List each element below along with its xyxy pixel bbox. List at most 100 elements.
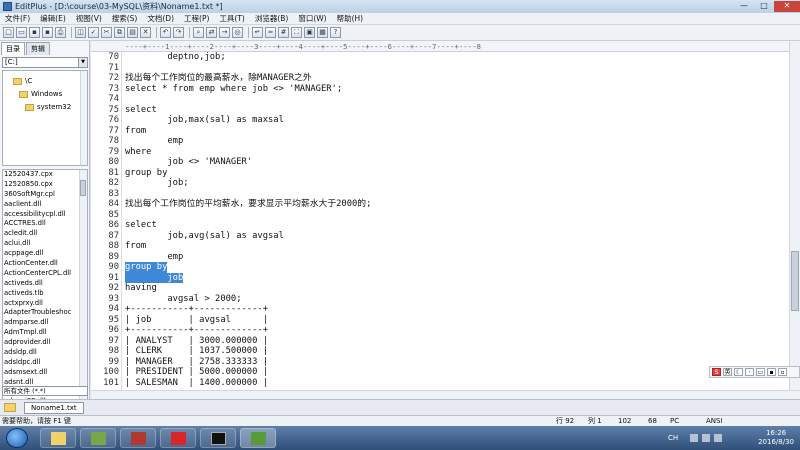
file-item[interactable]: ActionCenterCPL.dll: [3, 269, 81, 279]
code-line[interactable]: 84 找出每个工作岗位的平均薪水，要求显示平均薪水大于2000的;: [91, 199, 789, 210]
menu-item-2[interactable]: 视图(V): [71, 13, 107, 24]
tab-directory[interactable]: 目录: [1, 42, 25, 55]
code-line[interactable]: 97 | ANALYST | 3000.000000 |: [91, 336, 789, 347]
file-item[interactable]: admparse.dll: [3, 318, 81, 328]
ime-lang[interactable]: 英: [723, 368, 732, 376]
code-line[interactable]: 92 having: [91, 283, 789, 294]
start-button[interactable]: [6, 428, 28, 448]
text-editor[interactable]: ----+----1----+----2----+----3----+----4…: [91, 41, 800, 390]
menu-item-1[interactable]: 编辑(E): [35, 13, 71, 24]
folder-item[interactable]: system32: [25, 102, 71, 112]
file-scrollbar[interactable]: [79, 170, 87, 422]
code-line[interactable]: 93 avgsal > 2000;: [91, 294, 789, 305]
drive-select[interactable]: [C:] ▼: [2, 57, 88, 68]
code-line[interactable]: 100 | PRESIDENT | 5000.000000 |: [91, 367, 789, 378]
redo-icon[interactable]: ↷: [173, 27, 184, 38]
file-item[interactable]: 12520850.cpx: [3, 180, 81, 190]
spell-icon[interactable]: ✓: [88, 27, 99, 38]
code-line[interactable]: 101 | SALESMAN | 1400.000000 |: [91, 378, 789, 389]
folder-item[interactable]: Windows: [19, 89, 62, 99]
tray-icon[interactable]: [690, 434, 698, 442]
file-item[interactable]: acppage.dll: [3, 249, 81, 259]
file-item[interactable]: AdapterTroubleshoc: [3, 308, 81, 318]
find-icon[interactable]: ⌕: [193, 27, 204, 38]
code-line[interactable]: 72 找出每个工作岗位的最高薪水，除MANAGER之外: [91, 73, 789, 84]
keyboard-icon[interactable]: ▭: [756, 368, 765, 376]
tray-ime[interactable]: CH: [668, 434, 678, 442]
folder-icon[interactable]: [4, 403, 16, 412]
menu-item-7[interactable]: 浏览器(B): [250, 13, 294, 24]
file-item[interactable]: activeds.dll: [3, 279, 81, 289]
taskbar-cmd[interactable]: [200, 428, 236, 448]
file-item[interactable]: acledit.dll: [3, 229, 81, 239]
code-line[interactable]: 85: [91, 210, 789, 221]
file-item[interactable]: activeds.tlb: [3, 289, 81, 299]
save-icon[interactable]: ▪: [29, 27, 40, 38]
paste-icon[interactable]: ▤: [127, 27, 138, 38]
editor-lines[interactable]: 70 deptno,job; 71 72 找出每个工作岗位的最高薪水，除MANAGER…: [91, 52, 789, 390]
volume-icon[interactable]: [714, 434, 722, 442]
delete-icon[interactable]: ✕: [140, 27, 151, 38]
help-icon[interactable]: ?: [330, 27, 341, 38]
code-line[interactable]: 78 emp: [91, 136, 789, 147]
maximize-button[interactable]: □: [754, 1, 774, 12]
code-line[interactable]: 86 select: [91, 220, 789, 231]
settings-icon[interactable]: ▫: [778, 368, 787, 376]
highlight-icon[interactable]: ▦: [317, 27, 328, 38]
editor-horizontal-scrollbar[interactable]: [91, 390, 800, 399]
line-number-icon[interactable]: #: [278, 27, 289, 38]
code-line[interactable]: 83: [91, 189, 789, 200]
new-file-icon[interactable]: □: [3, 27, 14, 38]
file-scrollbar-thumb[interactable]: [80, 180, 86, 196]
file-item[interactable]: 12520437.cpx: [3, 170, 81, 180]
file-item[interactable]: ACCTRES.dll: [3, 219, 81, 229]
minimize-button[interactable]: —: [734, 1, 754, 12]
code-line[interactable]: 95 | job | avgsal |: [91, 315, 789, 326]
code-line[interactable]: 70 deptno,job;: [91, 52, 789, 63]
folder-scrollbar[interactable]: [80, 71, 87, 165]
menu-item-8[interactable]: 窗口(W): [293, 13, 331, 24]
folder-item[interactable]: \C: [13, 76, 32, 86]
editor-vertical-scrollbar[interactable]: [789, 41, 800, 390]
code-line[interactable]: 90 group by: [91, 262, 789, 273]
replace-icon[interactable]: ⇄: [206, 27, 217, 38]
punctuation-icon[interactable]: ·: [745, 368, 754, 376]
taskbar-pdf[interactable]: [160, 428, 196, 448]
goto-icon[interactable]: →: [219, 27, 230, 38]
code-line[interactable]: 76 job,max(sal) as maxsal: [91, 115, 789, 126]
menu-item-9[interactable]: 帮助(H): [332, 13, 369, 24]
code-line[interactable]: 99 | MANAGER | 2758.333333 |: [91, 357, 789, 368]
doc-tab-noname1[interactable]: Noname1.txt: [24, 402, 84, 414]
undo-icon[interactable]: ↶: [160, 27, 171, 38]
file-item[interactable]: adsldp.dll: [3, 348, 81, 358]
taskbar-app-green[interactable]: [80, 428, 116, 448]
code-line[interactable]: 73 select * from emp where job <> 'MANAGE…: [91, 84, 789, 95]
moon-icon[interactable]: ☾: [734, 368, 743, 376]
code-line[interactable]: 96 +-----------+-------------+: [91, 325, 789, 336]
file-item[interactable]: 360SoftMgr.cpl: [3, 190, 81, 200]
editor-scrollbar-thumb[interactable]: [791, 251, 799, 311]
menu-item-4[interactable]: 文档(D): [142, 13, 179, 24]
menu-item-3[interactable]: 搜索(S): [107, 13, 143, 24]
code-line[interactable]: 91 job: [91, 272, 789, 283]
ime-logo-icon[interactable]: S: [712, 368, 721, 376]
code-line[interactable]: 79 where: [91, 147, 789, 158]
taskbar-editplus[interactable]: [240, 428, 276, 448]
code-line[interactable]: 94 +-----------+-------------+: [91, 304, 789, 315]
chevron-down-icon[interactable]: ▼: [78, 58, 87, 67]
cut-icon[interactable]: ✂: [101, 27, 112, 38]
menu-item-0[interactable]: 文件(F): [0, 13, 35, 24]
code-line[interactable]: 81 group by: [91, 168, 789, 179]
fullscreen-icon[interactable]: ⛶: [291, 27, 302, 38]
file-item[interactable]: AdmTmpl.dll: [3, 328, 81, 338]
file-item[interactable]: actxprxy.dll: [3, 299, 81, 309]
clock[interactable]: 16:26 2016/8/30: [758, 429, 794, 447]
code-line[interactable]: 71: [91, 63, 789, 74]
code-line[interactable]: 88 from: [91, 241, 789, 252]
taskbar-explorer[interactable]: [40, 428, 76, 448]
code-line[interactable]: 75 select: [91, 105, 789, 116]
file-item[interactable]: accessibilitycpl.dll: [3, 210, 81, 220]
file-filter-select[interactable]: 所有文件 (*.*): [2, 386, 88, 396]
ruler-icon[interactable]: ═: [265, 27, 276, 38]
file-item[interactable]: adsmsext.dll: [3, 368, 81, 378]
